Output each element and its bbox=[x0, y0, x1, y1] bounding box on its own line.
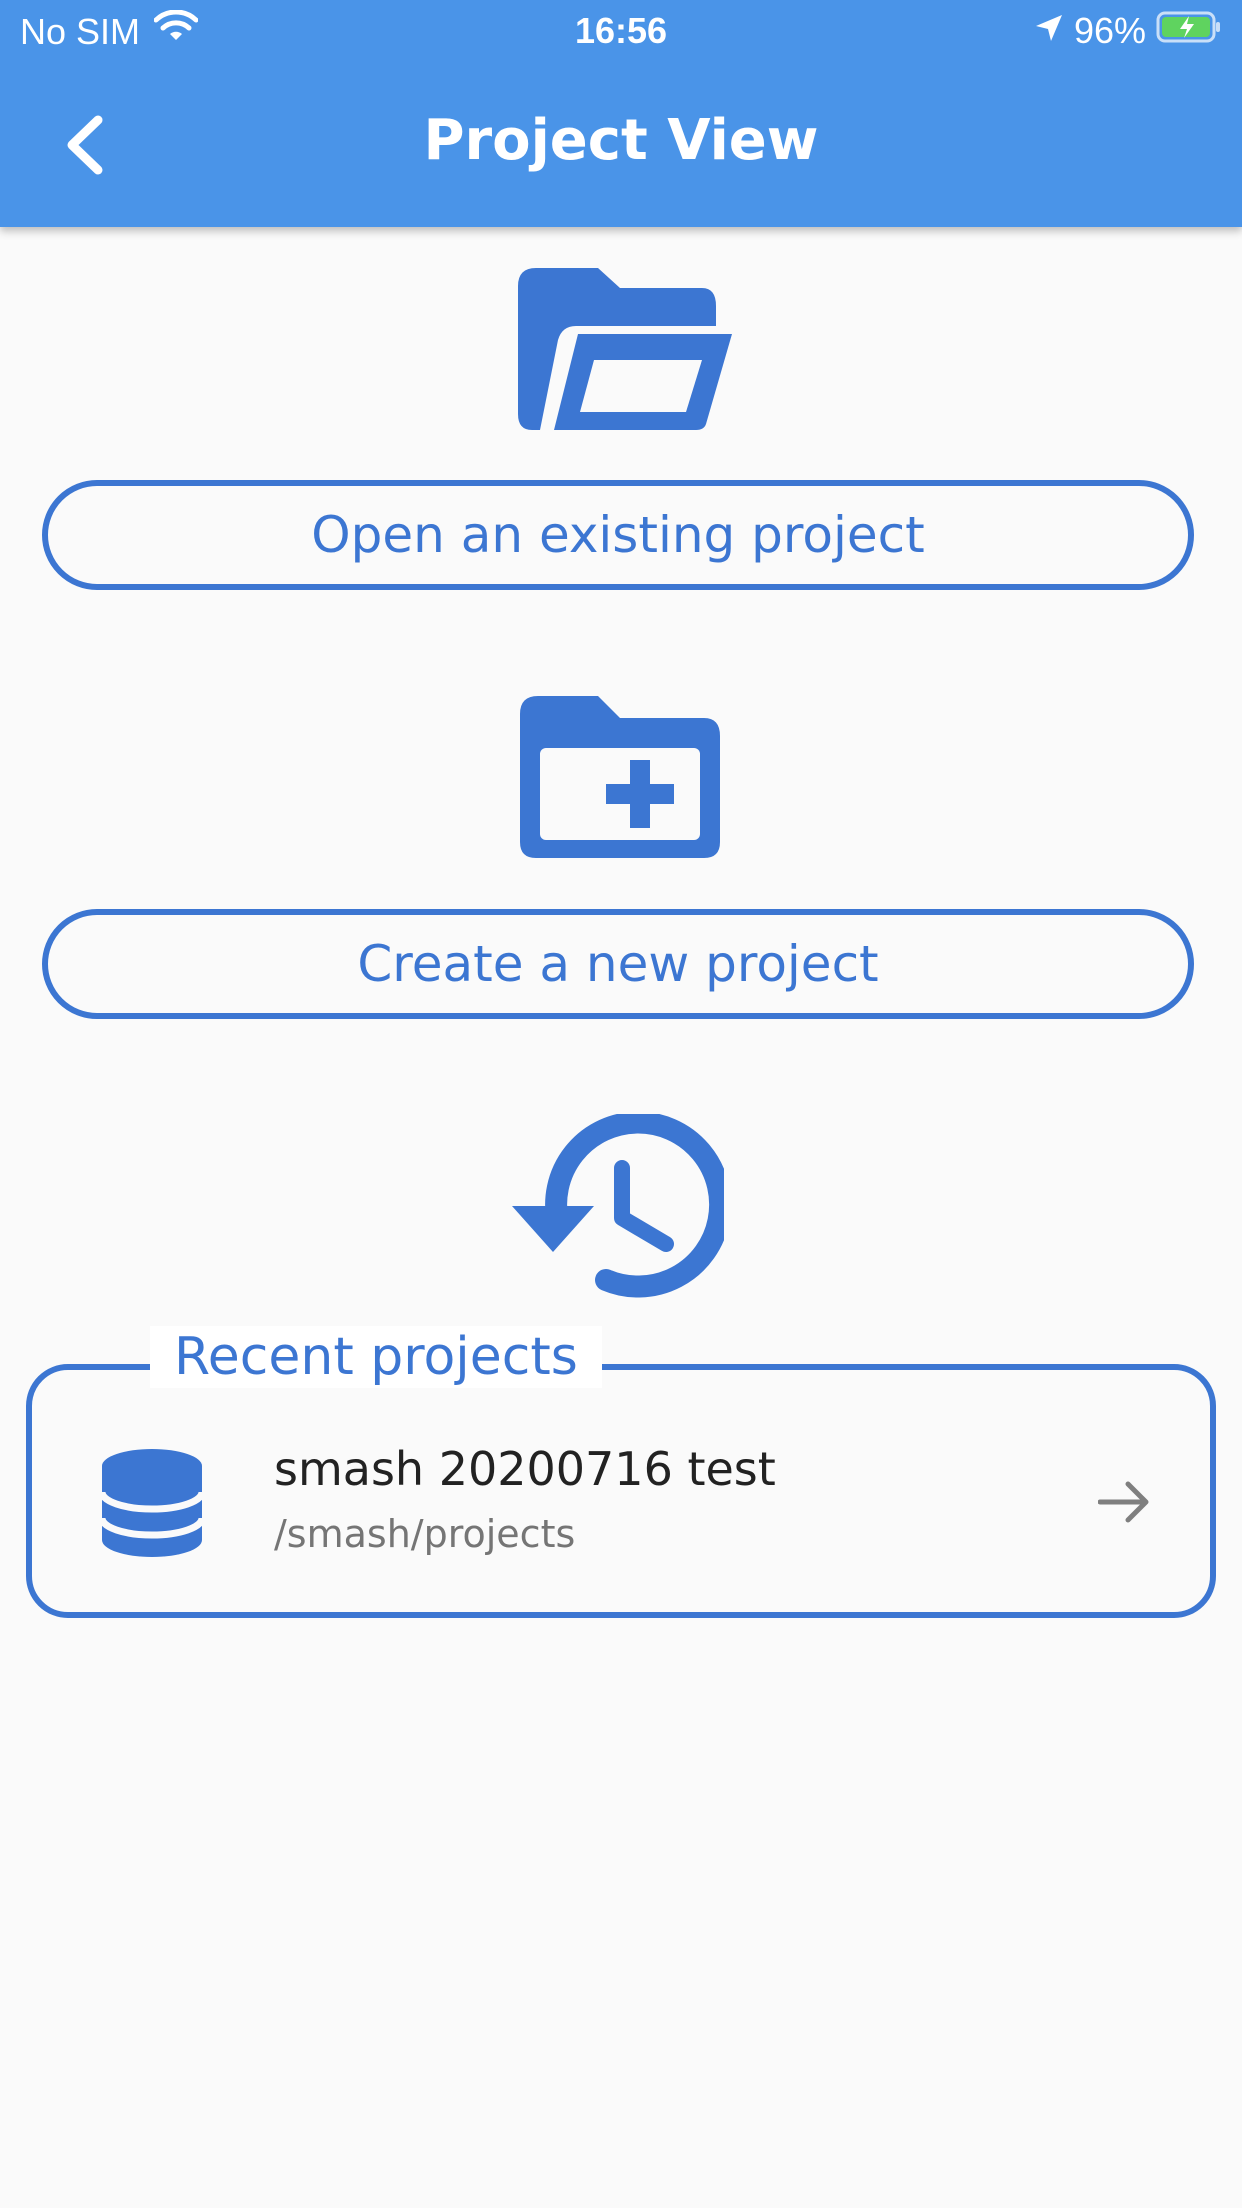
create-new-folder-icon bbox=[520, 696, 720, 858]
location-arrow-icon bbox=[1034, 10, 1064, 52]
page-title: Project View bbox=[423, 108, 819, 173]
project-path: /smash/projects bbox=[274, 1512, 576, 1556]
recent-projects-title: Recent projects bbox=[150, 1326, 602, 1388]
battery-icon bbox=[1156, 10, 1222, 52]
create-project-button[interactable]: Create a new project bbox=[42, 909, 1194, 1019]
app-bar: No SIM 16:56 96% Project View bbox=[0, 0, 1242, 227]
battery-percentage: 96% bbox=[1073, 10, 1146, 51]
recent-project-item[interactable]: smash 20200716 test /smash/projects bbox=[32, 1400, 1210, 1600]
status-right: 96% bbox=[1034, 10, 1222, 52]
open-project-button[interactable]: Open an existing project bbox=[42, 480, 1194, 590]
arrow-right-icon bbox=[1098, 1481, 1149, 1523]
database-icon bbox=[102, 1449, 202, 1557]
status-bar: No SIM 16:56 96% bbox=[0, 0, 1242, 62]
folder-open-icon bbox=[518, 268, 732, 430]
history-icon bbox=[512, 1114, 724, 1298]
project-name: smash 20200716 test bbox=[274, 1442, 776, 1496]
